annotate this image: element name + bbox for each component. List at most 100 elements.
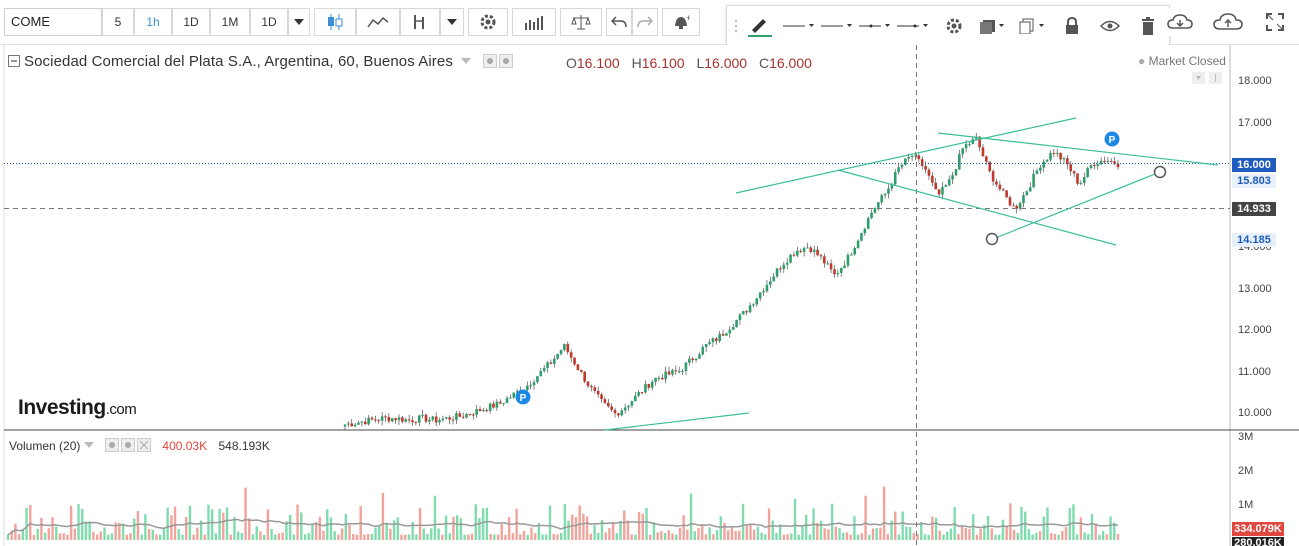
candle-body: [505, 398, 509, 404]
collapse-icon[interactable]: [8, 55, 20, 67]
price-tick: 12.000: [1238, 324, 1272, 336]
volume-bar: [541, 534, 544, 540]
volume-bar: [407, 534, 411, 540]
line-start-button[interactable]: [857, 12, 893, 40]
candle-body: [691, 358, 694, 361]
interval-1d-custom[interactable]: 1D: [250, 8, 288, 36]
candle-body: [573, 357, 576, 365]
interval-1h[interactable]: 1h: [134, 8, 172, 36]
volume-bar: [426, 533, 429, 540]
trendline-handle-start[interactable]: [985, 232, 999, 246]
price-tick: 10.000: [1238, 407, 1272, 419]
drawing-settings-button[interactable]: [937, 12, 971, 40]
price-chart[interactable]: P P: [0, 45, 1299, 546]
candle-body: [593, 387, 597, 391]
indicators-dropdown[interactable]: [440, 8, 464, 36]
lock-button[interactable]: [1055, 12, 1089, 40]
fullscreen-button[interactable]: [1258, 8, 1292, 36]
candle-body: [866, 218, 870, 229]
volume-bar: [489, 533, 492, 540]
chevron-down-icon[interactable]: [461, 58, 472, 64]
trendline-handle-end[interactable]: [1153, 165, 1167, 179]
candle-body: [1103, 160, 1106, 162]
pivot-marker-1[interactable]: P: [515, 389, 531, 405]
line-end-button[interactable]: [895, 12, 931, 40]
volume-bar: [986, 516, 990, 540]
candle-body: [623, 407, 627, 411]
candle-body: [1055, 152, 1059, 154]
candle-body: [1025, 191, 1029, 196]
candle-body: [742, 311, 745, 315]
candle-body: [812, 249, 816, 253]
interval-dropdown[interactable]: [288, 8, 310, 36]
candle-body: [1093, 165, 1096, 167]
volume-bar: [715, 530, 719, 540]
volume-bar: [147, 529, 151, 540]
symbol-input[interactable]: COME: [4, 8, 102, 36]
line-style-button[interactable]: [781, 12, 817, 40]
undo-button[interactable]: [606, 8, 632, 36]
candle-body: [380, 416, 384, 421]
candle-body: [671, 370, 674, 375]
volume-controls-icon[interactable]: [105, 438, 153, 452]
volume-bar: [634, 534, 637, 540]
candle-body: [417, 415, 421, 423]
interval-1d[interactable]: 1D: [172, 8, 210, 36]
line-width-button[interactable]: [819, 12, 855, 40]
interval-1m[interactable]: 1M: [210, 8, 250, 36]
volume-bar: [363, 534, 366, 540]
indicators-button[interactable]: [400, 8, 440, 36]
candle-body: [897, 167, 900, 173]
volume-bar: [764, 534, 767, 540]
volume-bar: [307, 533, 310, 540]
fill-button[interactable]: [975, 12, 1009, 40]
candle-body: [563, 343, 566, 351]
volume-bar: [493, 534, 496, 540]
candle-body: [735, 319, 738, 328]
volume-bar: [181, 534, 184, 540]
cloud-download-button[interactable]: [1166, 8, 1194, 36]
settings-button[interactable]: [468, 8, 508, 36]
candle-body: [414, 422, 418, 424]
bars-chart-button[interactable]: [512, 8, 556, 36]
volume-bar: [1087, 533, 1090, 540]
pivot-marker-2[interactable]: P: [1104, 131, 1120, 147]
volume-bar: [66, 534, 69, 540]
candle-body: [363, 421, 367, 425]
visibility-button[interactable]: [1093, 12, 1127, 40]
volume-bar: [804, 514, 808, 540]
volume-bar: [292, 534, 296, 540]
scroll-buttons[interactable]: [1192, 72, 1224, 84]
settings-icon: [480, 14, 496, 30]
cloud-upload-button[interactable]: [1208, 8, 1248, 36]
drag-handle[interactable]: [731, 12, 741, 40]
redo-button[interactable]: [632, 8, 658, 36]
volume-bar: [593, 525, 596, 540]
volume-bar: [170, 515, 173, 540]
volume-bar: [162, 528, 166, 540]
candle-body: [637, 392, 640, 396]
delete-button[interactable]: [1131, 12, 1165, 40]
volume-bar: [125, 534, 128, 540]
interval-5[interactable]: 5: [102, 8, 134, 36]
candle-body: [927, 169, 931, 176]
candles-button[interactable]: [314, 8, 356, 36]
balance-button[interactable]: [560, 8, 602, 36]
candle-body: [492, 403, 495, 408]
compare-button[interactable]: [356, 8, 400, 36]
alert-button[interactable]: +: [662, 8, 700, 36]
clone-button[interactable]: [1015, 12, 1049, 40]
volume-bar: [136, 511, 140, 540]
candle-body: [471, 414, 475, 416]
candle-body: [502, 403, 505, 405]
candle-body: [944, 185, 948, 187]
volume-bar: [225, 507, 229, 540]
pencil-button[interactable]: [743, 12, 777, 40]
volume-bar: [834, 526, 838, 540]
chevron-down-icon[interactable]: [83, 442, 94, 448]
candle-body: [941, 186, 944, 195]
candle-body: [718, 333, 721, 341]
legend-settings-icon[interactable]: [483, 54, 515, 68]
candle-body: [846, 255, 850, 266]
volume-tag-dark: 280.016K: [1232, 537, 1284, 546]
